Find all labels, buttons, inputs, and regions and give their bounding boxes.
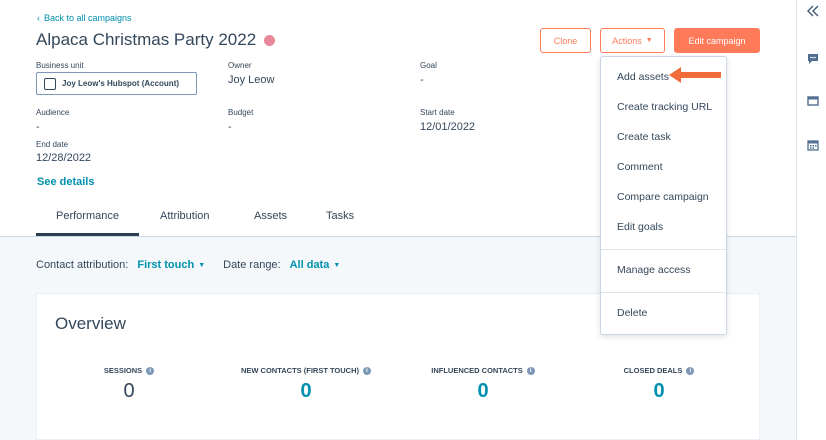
menu-item-compare-campaign[interactable]: Compare campaign [617,191,709,203]
actions-button[interactable]: Actions ▼ [600,28,665,53]
stat-value[interactable]: 0 [398,380,568,403]
stat-label: SESSIONS [103,366,143,375]
stat-label: NEW CONTACTS (FIRST TOUCH) [240,366,360,375]
menu-item-delete[interactable]: Delete [617,307,647,319]
budget-value: - [228,121,232,133]
audience-value: - [36,121,40,133]
end-date-value: 12/28/2022 [36,152,92,164]
stat-label: CLOSED DEALS [623,366,683,375]
attribution-dropdown[interactable]: First touch ▼ [137,259,205,271]
tab-performance[interactable]: Performance [56,210,119,222]
audience-label: Audience [36,108,70,117]
date-range-dropdown[interactable]: All data ▼ [290,259,341,271]
info-icon[interactable]: i [526,366,535,375]
window-icon[interactable] [805,93,821,109]
tab-tasks[interactable]: Tasks [326,210,354,222]
goal-value: - [420,74,424,86]
stat-closed-deals: CLOSED DEALS i 0 [574,366,744,403]
menu-item-comment[interactable]: Comment [617,161,663,173]
stat-new-contacts: NEW CONTACTS (FIRST TOUCH) i 0 [221,366,391,403]
start-date-label: Start date [420,108,455,117]
caret-down-icon: ▼ [645,37,653,44]
campaign-color-dot [264,34,276,46]
main-panel: ‹ Back to all campaigns Alpaca Christmas… [0,0,796,440]
attribution-label: Contact attribution: [36,259,129,271]
menu-item-add-assets[interactable]: Add assets [617,71,669,83]
attribution-value: First touch [137,259,195,271]
stat-label: INFLUENCED CONTACTS [431,366,523,375]
business-unit-value: Joy Leow's Hubspot (Account) [62,79,180,88]
stat-value[interactable]: 0 [574,380,744,403]
edit-campaign-button[interactable]: Edit campaign [674,28,760,53]
page-title: Alpaca Christmas Party 2022 [36,30,276,50]
owner-value: Joy Leow [228,74,275,86]
stat-value[interactable]: 0 [221,380,391,403]
caret-down-icon: ▼ [198,261,206,269]
business-unit-label: Business unit [36,61,84,70]
goal-label: Goal [420,61,437,70]
see-details-link[interactable]: See details [37,176,94,188]
date-range-label: Date range: [223,259,281,271]
back-link-label: Back to all campaigns [44,13,132,23]
calendar-icon[interactable] [805,137,821,153]
tab-assets[interactable]: Assets [254,210,287,222]
info-icon[interactable]: i [146,366,155,375]
right-sidebar [796,0,826,440]
menu-divider [601,249,726,250]
start-date-value: 12/01/2022 [420,121,476,133]
stat-influenced-contacts: INFLUENCED CONTACTS i 0 [398,366,568,403]
end-date-label: End date [36,140,69,149]
info-icon[interactable]: i [686,366,695,375]
back-to-campaigns-link[interactable]: ‹ Back to all campaigns [37,13,132,23]
actions-button-label: Actions [612,35,642,46]
comment-icon[interactable] [805,51,821,67]
info-icon[interactable]: i [363,366,372,375]
business-unit-icon [44,77,56,90]
caret-down-icon: ▼ [333,261,341,269]
clone-button[interactable]: Clone [540,28,591,53]
tab-attribution[interactable]: Attribution [160,210,210,222]
collapse-sidebar-icon[interactable] [805,3,821,19]
chevron-left-icon: ‹ [37,13,40,23]
annotation-arrow-icon [669,67,721,83]
menu-item-create-tracking-url[interactable]: Create tracking URL [617,101,712,113]
stat-sessions: SESSIONS i 0 [44,366,214,403]
overview-title: Overview [55,314,126,333]
menu-divider [601,292,726,293]
menu-item-manage-access[interactable]: Manage access [617,264,691,276]
business-unit-chip: Joy Leow's Hubspot (Account) [36,72,197,95]
owner-label: Owner [228,61,252,70]
menu-item-edit-goals[interactable]: Edit goals [617,221,663,233]
menu-item-create-task[interactable]: Create task [617,131,671,143]
filter-bar: Contact attribution: First touch ▼ Date … [36,259,340,271]
stat-value: 0 [123,380,135,402]
date-range-value: All data [289,259,330,271]
campaign-title: Alpaca Christmas Party 2022 [36,30,257,49]
budget-label: Budget [228,108,254,117]
actions-dropdown-menu: Add assets Create tracking URL Create ta… [600,56,727,335]
